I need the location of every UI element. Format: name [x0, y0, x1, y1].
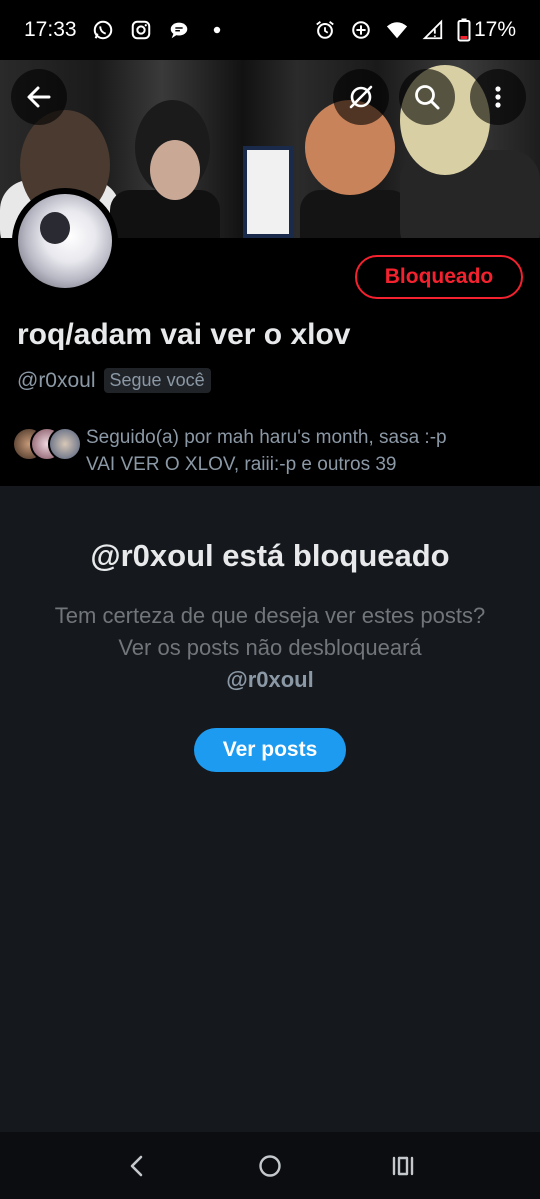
- alarm-icon: [313, 18, 337, 42]
- grok-icon: [347, 83, 375, 111]
- view-posts-button[interactable]: Ver posts: [194, 728, 346, 772]
- home-nav-button[interactable]: [250, 1146, 290, 1186]
- search-button[interactable]: [399, 69, 455, 125]
- status-time: 17:33: [24, 18, 77, 41]
- back-button[interactable]: [11, 69, 67, 125]
- instagram-icon: [129, 18, 153, 42]
- handle-row: @r0xoul Segue você: [17, 368, 211, 393]
- signal-icon: [421, 18, 445, 42]
- data-saver-icon: [349, 18, 373, 42]
- home-nav-icon: [257, 1153, 283, 1179]
- battery-icon: [457, 18, 471, 42]
- dot-icon: [205, 18, 229, 42]
- award-plaque: [243, 146, 293, 238]
- blocked-description-handle: @r0xoul: [226, 667, 314, 692]
- recents-nav-icon: [390, 1153, 416, 1179]
- system-nav-bar: [0, 1132, 540, 1199]
- blocked-description-text: Tem certeza de que deseja ver estes post…: [54, 603, 486, 660]
- follows-you-badge: Segue você: [103, 368, 211, 393]
- user-handle: @r0xoul: [17, 368, 96, 392]
- whatsapp-icon: [91, 18, 115, 42]
- follower-avatar: [48, 427, 82, 461]
- battery-level: 17%: [473, 18, 516, 41]
- search-icon: [413, 83, 441, 111]
- wifi-icon: [385, 18, 409, 42]
- more-options-button[interactable]: [470, 69, 526, 125]
- blocked-button[interactable]: Bloqueado: [355, 255, 523, 299]
- followed-by[interactable]: Seguido(a) por mah haru's month, sasa :-…: [12, 424, 528, 478]
- blocked-description: Tem certeza de que deseja ver estes post…: [50, 600, 490, 696]
- recents-nav-button[interactable]: [383, 1146, 423, 1186]
- back-nav-icon: [124, 1153, 150, 1179]
- followed-by-line-2: VAI VER O XLOV, raiii:-p e outros 39: [86, 454, 397, 475]
- blocked-title: @r0xoul está bloqueado: [90, 538, 450, 573]
- grok-button[interactable]: [333, 69, 389, 125]
- chat-bubble-icon: [167, 18, 191, 42]
- back-nav-button[interactable]: [117, 1146, 157, 1186]
- back-arrow-icon: [25, 83, 53, 111]
- more-vertical-icon: [484, 83, 512, 111]
- follower-avatars: [12, 427, 82, 463]
- avatar[interactable]: [12, 188, 118, 294]
- status-bar: 17:33 17%: [0, 0, 540, 60]
- display-name: roq/adam vai ver o xlov: [17, 318, 351, 351]
- followed-by-text: Seguido(a) por mah haru's month, sasa :-…: [86, 424, 447, 478]
- blocked-notice: @r0xoul está bloqueado Tem certeza de qu…: [0, 486, 540, 1132]
- followed-by-line-1: Seguido(a) por mah haru's month, sasa :-…: [86, 427, 447, 448]
